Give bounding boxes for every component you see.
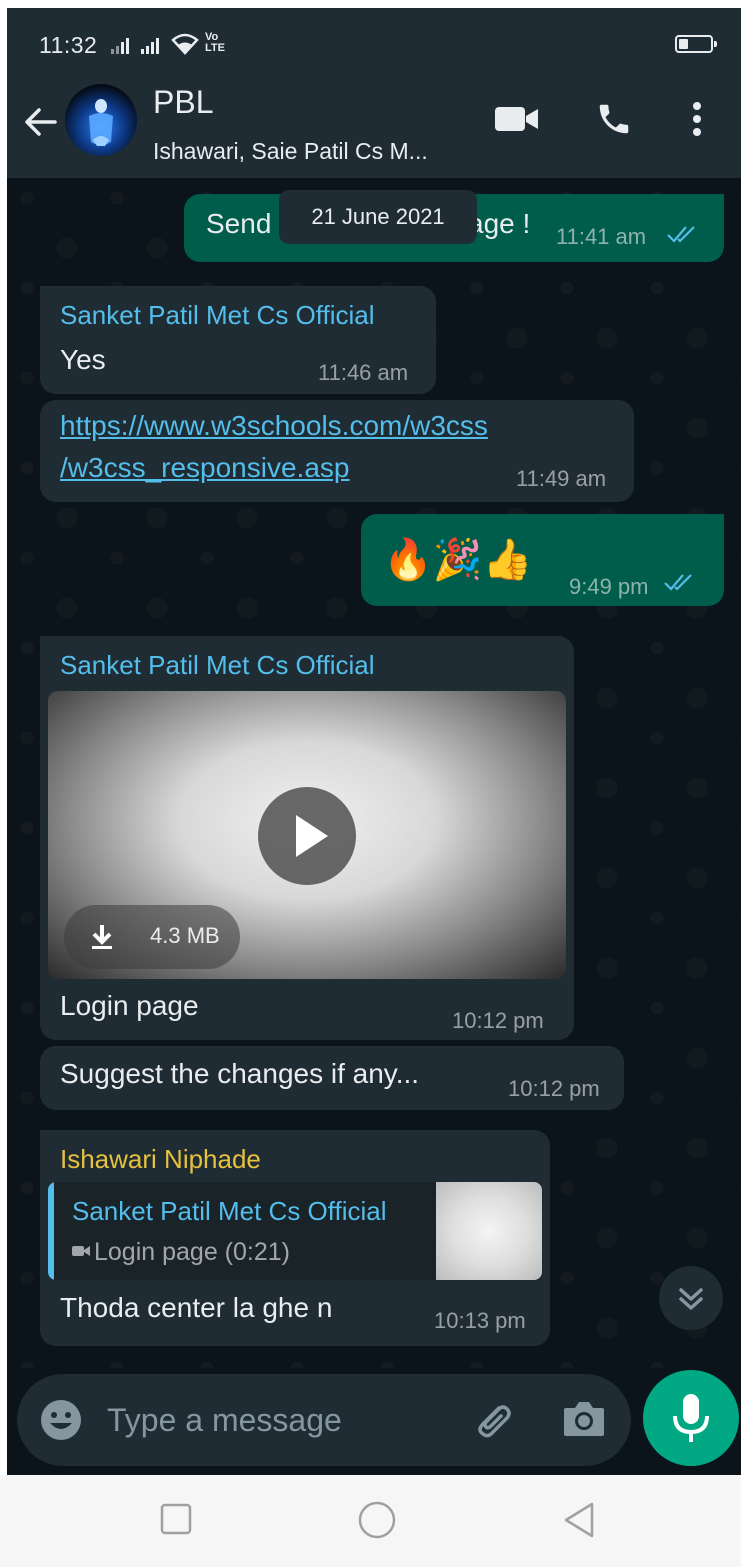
battery-icon [675, 35, 717, 53]
scroll-to-bottom-button[interactable] [659, 1266, 723, 1330]
chat-header: PBL Ishawari, Saie Patil Cs M... [7, 62, 741, 178]
group-avatar[interactable] [65, 84, 137, 156]
message-text: Send [206, 208, 272, 239]
back-arrow-icon[interactable] [21, 102, 61, 142]
message-incoming-reply[interactable]: Ishawari Niphade Sanket Patil Met Cs Off… [40, 1130, 550, 1346]
volte-label: Vo LTE [205, 31, 225, 54]
emoji-icon[interactable] [39, 1398, 83, 1442]
message-incoming[interactable]: https://www.w3schools.com/w3css /w3css_r… [40, 400, 634, 502]
quoted-video-thumbnail [436, 1182, 542, 1280]
message-caption: Login page [60, 990, 199, 1021]
download-button[interactable]: 4.3 MB [64, 905, 240, 969]
home-icon[interactable] [358, 1501, 396, 1539]
chat-title[interactable]: PBL [153, 84, 213, 121]
recent-apps-icon[interactable] [160, 1503, 192, 1535]
read-ticks-icon [664, 574, 692, 591]
date-separator: 21 June 2021 [279, 190, 477, 244]
message-time: 9:49 pm [569, 574, 649, 599]
quoted-message[interactable]: Sanket Patil Met Cs Official Login page … [48, 1182, 542, 1280]
battery-level [679, 39, 688, 49]
quoted-text: Login page (0:21) [94, 1238, 290, 1266]
message-text: Thoda center la ghe n [60, 1292, 333, 1323]
voice-message-button[interactable] [643, 1370, 739, 1466]
play-icon [296, 815, 328, 857]
message-link-line-1[interactable]: https://www.w3schools.com/w3css [60, 410, 488, 442]
message-time: 10:12 pm [452, 1008, 544, 1033]
system-navigation-bar [0, 1475, 741, 1567]
message-emoji: 🔥🎉👍 [383, 537, 533, 583]
message-outgoing[interactable]: 🔥🎉👍 9:49 pm [361, 514, 724, 606]
message-list[interactable]: Send age ! 11:41 am 21 June 2021 Sanket … [7, 178, 741, 1368]
message-text: Yes [60, 344, 106, 375]
message-incoming[interactable]: Suggest the changes if any... 10:12 pm [40, 1046, 624, 1110]
chat-participants[interactable]: Ishawari, Saie Patil Cs M... [153, 138, 473, 165]
status-bar: 11:32 Vo LTE [7, 8, 741, 62]
signal-2-icon [141, 38, 159, 54]
message-link-line-2[interactable]: /w3css_responsive.asp [60, 452, 349, 484]
message-time: 10:13 pm [434, 1308, 526, 1333]
message-composer [17, 1374, 631, 1466]
message-sender[interactable]: Sanket Patil Met Cs Official [60, 300, 375, 331]
quote-bar [48, 1182, 54, 1280]
wifi-icon [171, 33, 199, 55]
status-time: 11:32 [39, 32, 98, 58]
microphone-icon [673, 1394, 709, 1442]
more-options-icon[interactable] [692, 100, 702, 138]
video-size: 4.3 MB [150, 923, 220, 948]
message-time: 11:49 am [516, 466, 607, 491]
download-icon [92, 925, 112, 949]
video-call-icon[interactable] [495, 104, 539, 134]
message-incoming-video[interactable]: Sanket Patil Met Cs Official 4.3 MB Logi… [40, 636, 574, 1040]
quoted-sender: Sanket Patil Met Cs Official [72, 1196, 387, 1226]
read-ticks-icon [667, 226, 695, 243]
attach-icon[interactable] [469, 1396, 517, 1444]
message-time: 11:46 am [318, 360, 409, 385]
voice-call-icon[interactable] [595, 100, 633, 138]
camera-icon[interactable] [562, 1398, 606, 1438]
message-text: Suggest the changes if any... [60, 1058, 420, 1089]
message-sender[interactable]: Sanket Patil Met Cs Official [60, 650, 375, 681]
double-chevron-down-icon [679, 1288, 703, 1310]
message-time: 11:41 am [556, 224, 647, 249]
message-text-tail: age ! [468, 208, 531, 239]
message-time: 10:12 pm [508, 1076, 600, 1101]
phone-screen: 11:32 Vo LTE PBL Ishawari, Saie Patil Cs… [7, 8, 741, 1475]
message-sender[interactable]: Ishawari Niphade [60, 1144, 261, 1175]
video-thumbnail[interactable]: 4.3 MB [48, 691, 566, 979]
message-input[interactable] [107, 1396, 467, 1444]
play-button[interactable] [258, 787, 356, 885]
message-incoming[interactable]: Sanket Patil Met Cs Official Yes 11:46 a… [40, 286, 436, 394]
signal-1-icon [111, 38, 129, 54]
back-nav-icon[interactable] [562, 1501, 596, 1539]
video-small-icon [72, 1246, 90, 1256]
